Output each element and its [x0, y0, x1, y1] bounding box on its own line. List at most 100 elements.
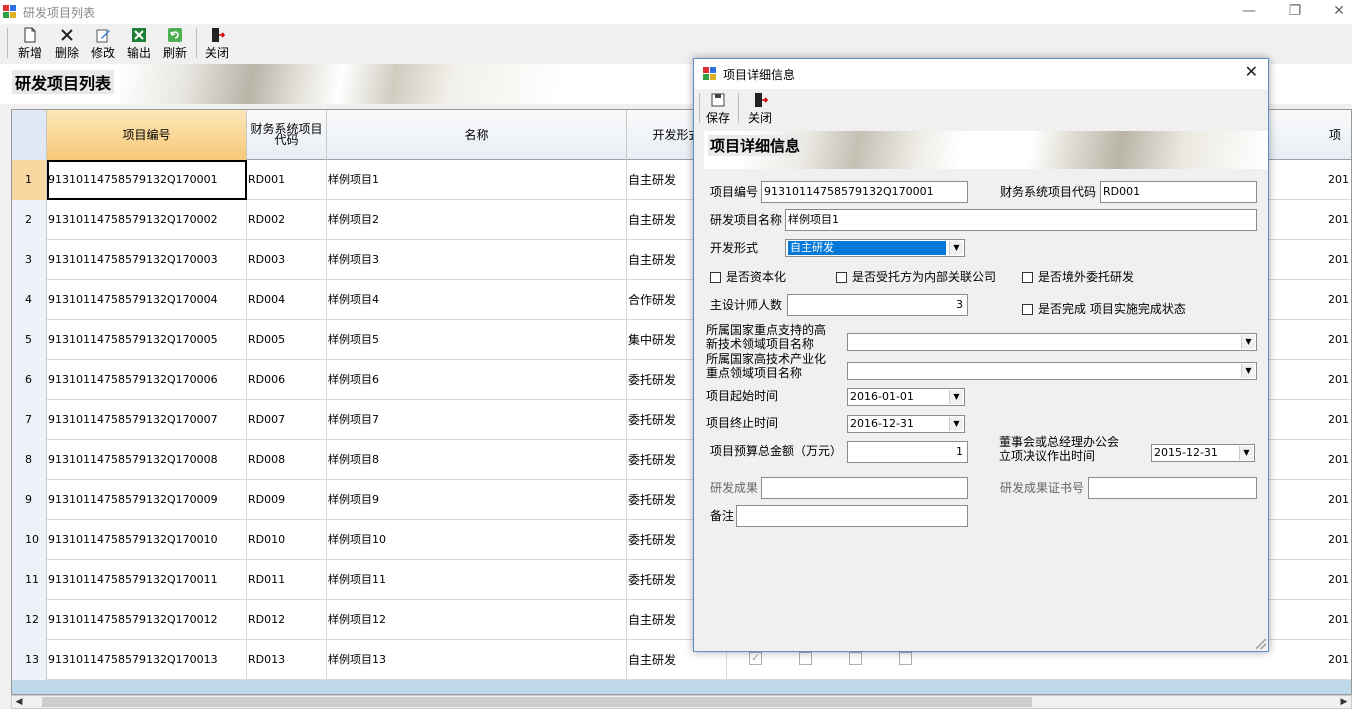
- table-cell-name[interactable]: 样例项目13: [327, 640, 627, 680]
- table-cell-start-year[interactable]: 201: [1327, 480, 1351, 520]
- row-header[interactable]: 2: [12, 200, 47, 240]
- table-cell-start-year[interactable]: 201: [1327, 440, 1351, 480]
- result-field[interactable]: [761, 477, 968, 499]
- edit-button[interactable]: 修改: [87, 26, 119, 62]
- table-cell-name[interactable]: 样例项目11: [327, 560, 627, 600]
- save-button[interactable]: 保存: [704, 91, 732, 127]
- completed-checkbox[interactable]: [1022, 304, 1033, 315]
- row-header[interactable]: 9: [12, 480, 47, 520]
- table-cell-start-year[interactable]: 201: [1327, 360, 1351, 400]
- table-cell-start-year[interactable]: 201: [1327, 520, 1351, 560]
- row-header[interactable]: 6: [12, 360, 47, 400]
- table-cell-name[interactable]: 样例项目7: [327, 400, 627, 440]
- table-cell-name[interactable]: 样例项目5: [327, 320, 627, 360]
- project-code-field[interactable]: 91310114758579132Q170001: [761, 181, 968, 203]
- maximize-button[interactable]: ❐: [1272, 0, 1318, 24]
- column-header-fin-code[interactable]: 财务系统项目代码: [247, 110, 327, 160]
- row-header[interactable]: 7: [12, 400, 47, 440]
- table-cell-code[interactable]: 91310114758579132Q170004: [47, 280, 247, 320]
- budget-field[interactable]: 1: [847, 441, 968, 463]
- dialog-close-icon[interactable]: ✕: [1245, 62, 1258, 81]
- tech-field-select[interactable]: ▼: [847, 333, 1257, 351]
- table-cell-fin[interactable]: RD007: [247, 400, 327, 440]
- export-button[interactable]: 输出: [123, 26, 155, 62]
- table-cell-code[interactable]: 91310114758579132Q170001: [47, 160, 247, 200]
- table-cell-fin[interactable]: RD010: [247, 520, 327, 560]
- table-cell-start-year[interactable]: 201: [1327, 280, 1351, 320]
- row-checkbox[interactable]: [849, 652, 862, 665]
- end-date-picker[interactable]: 2016-12-31 ▼: [847, 415, 965, 433]
- minimize-button[interactable]: —: [1226, 0, 1272, 24]
- fin-code-field[interactable]: RD001: [1100, 181, 1257, 203]
- table-cell-name[interactable]: 样例项目3: [327, 240, 627, 280]
- dev-form-select[interactable]: 自主研发 ▼: [785, 239, 965, 257]
- table-cell-start-year[interactable]: 201: [1327, 240, 1351, 280]
- row-header[interactable]: 1: [12, 160, 47, 200]
- table-cell-code[interactable]: 91310114758579132Q170006: [47, 360, 247, 400]
- related-party-checkbox[interactable]: [836, 272, 847, 283]
- column-header-start[interactable]: 项: [1327, 110, 1351, 160]
- table-cell-name[interactable]: 样例项目10: [327, 520, 627, 560]
- row-header[interactable]: 12: [12, 600, 47, 640]
- table-cell-name[interactable]: 样例项目2: [327, 200, 627, 240]
- table-cell-code[interactable]: 91310114758579132Q170009: [47, 480, 247, 520]
- table-cell-fin[interactable]: RD002: [247, 200, 327, 240]
- grid-corner[interactable]: [12, 110, 47, 160]
- table-cell-code[interactable]: 91310114758579132Q170013: [47, 640, 247, 680]
- row-checkbox[interactable]: [899, 652, 912, 665]
- scroll-right-icon[interactable]: ▶: [1337, 696, 1351, 708]
- table-cell-start-year[interactable]: 201: [1327, 160, 1351, 200]
- dialog-close-button[interactable]: 关闭: [746, 91, 774, 127]
- cert-field[interactable]: [1088, 477, 1257, 499]
- board-date-picker[interactable]: 2015-12-31 ▼: [1151, 444, 1255, 462]
- horizontal-scrollbar[interactable]: ◀ ▶: [11, 695, 1352, 709]
- table-cell-start-year[interactable]: 201: [1327, 200, 1351, 240]
- row-checkbox[interactable]: ✓: [749, 652, 762, 665]
- table-cell-name[interactable]: 样例项目12: [327, 600, 627, 640]
- row-checkbox[interactable]: [799, 652, 812, 665]
- table-cell-fin[interactable]: RD008: [247, 440, 327, 480]
- column-header-code[interactable]: 项目编号: [47, 110, 247, 160]
- remark-field[interactable]: [736, 505, 968, 527]
- table-cell-fin[interactable]: RD012: [247, 600, 327, 640]
- capitalized-checkbox[interactable]: [710, 272, 721, 283]
- table-cell-code[interactable]: 91310114758579132Q170003: [47, 240, 247, 280]
- close-window-button[interactable]: ✕: [1316, 0, 1352, 24]
- new-button[interactable]: 新增: [14, 26, 46, 62]
- start-date-picker[interactable]: 2016-01-01 ▼: [847, 388, 965, 406]
- table-cell-fin[interactable]: RD006: [247, 360, 327, 400]
- table-cell-code[interactable]: 91310114758579132Q170008: [47, 440, 247, 480]
- table-cell-code[interactable]: 91310114758579132Q170012: [47, 600, 247, 640]
- table-cell-fin[interactable]: RD009: [247, 480, 327, 520]
- overseas-checkbox[interactable]: [1022, 272, 1033, 283]
- row-header[interactable]: 8: [12, 440, 47, 480]
- scroll-thumb[interactable]: [42, 697, 1032, 707]
- table-cell-name[interactable]: 样例项目8: [327, 440, 627, 480]
- table-cell-code[interactable]: 91310114758579132Q170007: [47, 400, 247, 440]
- table-cell-start-year[interactable]: 201: [1327, 560, 1351, 600]
- table-cell-code[interactable]: 91310114758579132Q170002: [47, 200, 247, 240]
- close-button[interactable]: 关闭: [201, 26, 233, 62]
- table-cell-start-year[interactable]: 201: [1327, 400, 1351, 440]
- table-cell-fin[interactable]: RD003: [247, 240, 327, 280]
- name-field[interactable]: 样例项目1: [785, 209, 1257, 231]
- row-header[interactable]: 11: [12, 560, 47, 600]
- row-header[interactable]: 3: [12, 240, 47, 280]
- table-cell-code[interactable]: 91310114758579132Q170005: [47, 320, 247, 360]
- row-header[interactable]: 4: [12, 280, 47, 320]
- table-cell-name[interactable]: 样例项目6: [327, 360, 627, 400]
- table-cell-code[interactable]: 91310114758579132Q170011: [47, 560, 247, 600]
- table-cell-name[interactable]: 样例项目1: [327, 160, 627, 200]
- resize-grip-icon[interactable]: [1256, 639, 1266, 649]
- row-header[interactable]: 10: [12, 520, 47, 560]
- table-cell-fin[interactable]: RD001: [247, 160, 327, 200]
- table-cell-name[interactable]: 样例项目9: [327, 480, 627, 520]
- table-cell-fin[interactable]: RD005: [247, 320, 327, 360]
- refresh-button[interactable]: 刷新: [159, 26, 191, 62]
- scroll-left-icon[interactable]: ◀: [12, 696, 26, 708]
- designers-field[interactable]: 3: [787, 294, 968, 316]
- table-cell-start-year[interactable]: 201: [1327, 640, 1351, 680]
- table-cell-fin[interactable]: RD011: [247, 560, 327, 600]
- industry-select[interactable]: ▼: [847, 362, 1257, 380]
- table-cell-start-year[interactable]: 201: [1327, 600, 1351, 640]
